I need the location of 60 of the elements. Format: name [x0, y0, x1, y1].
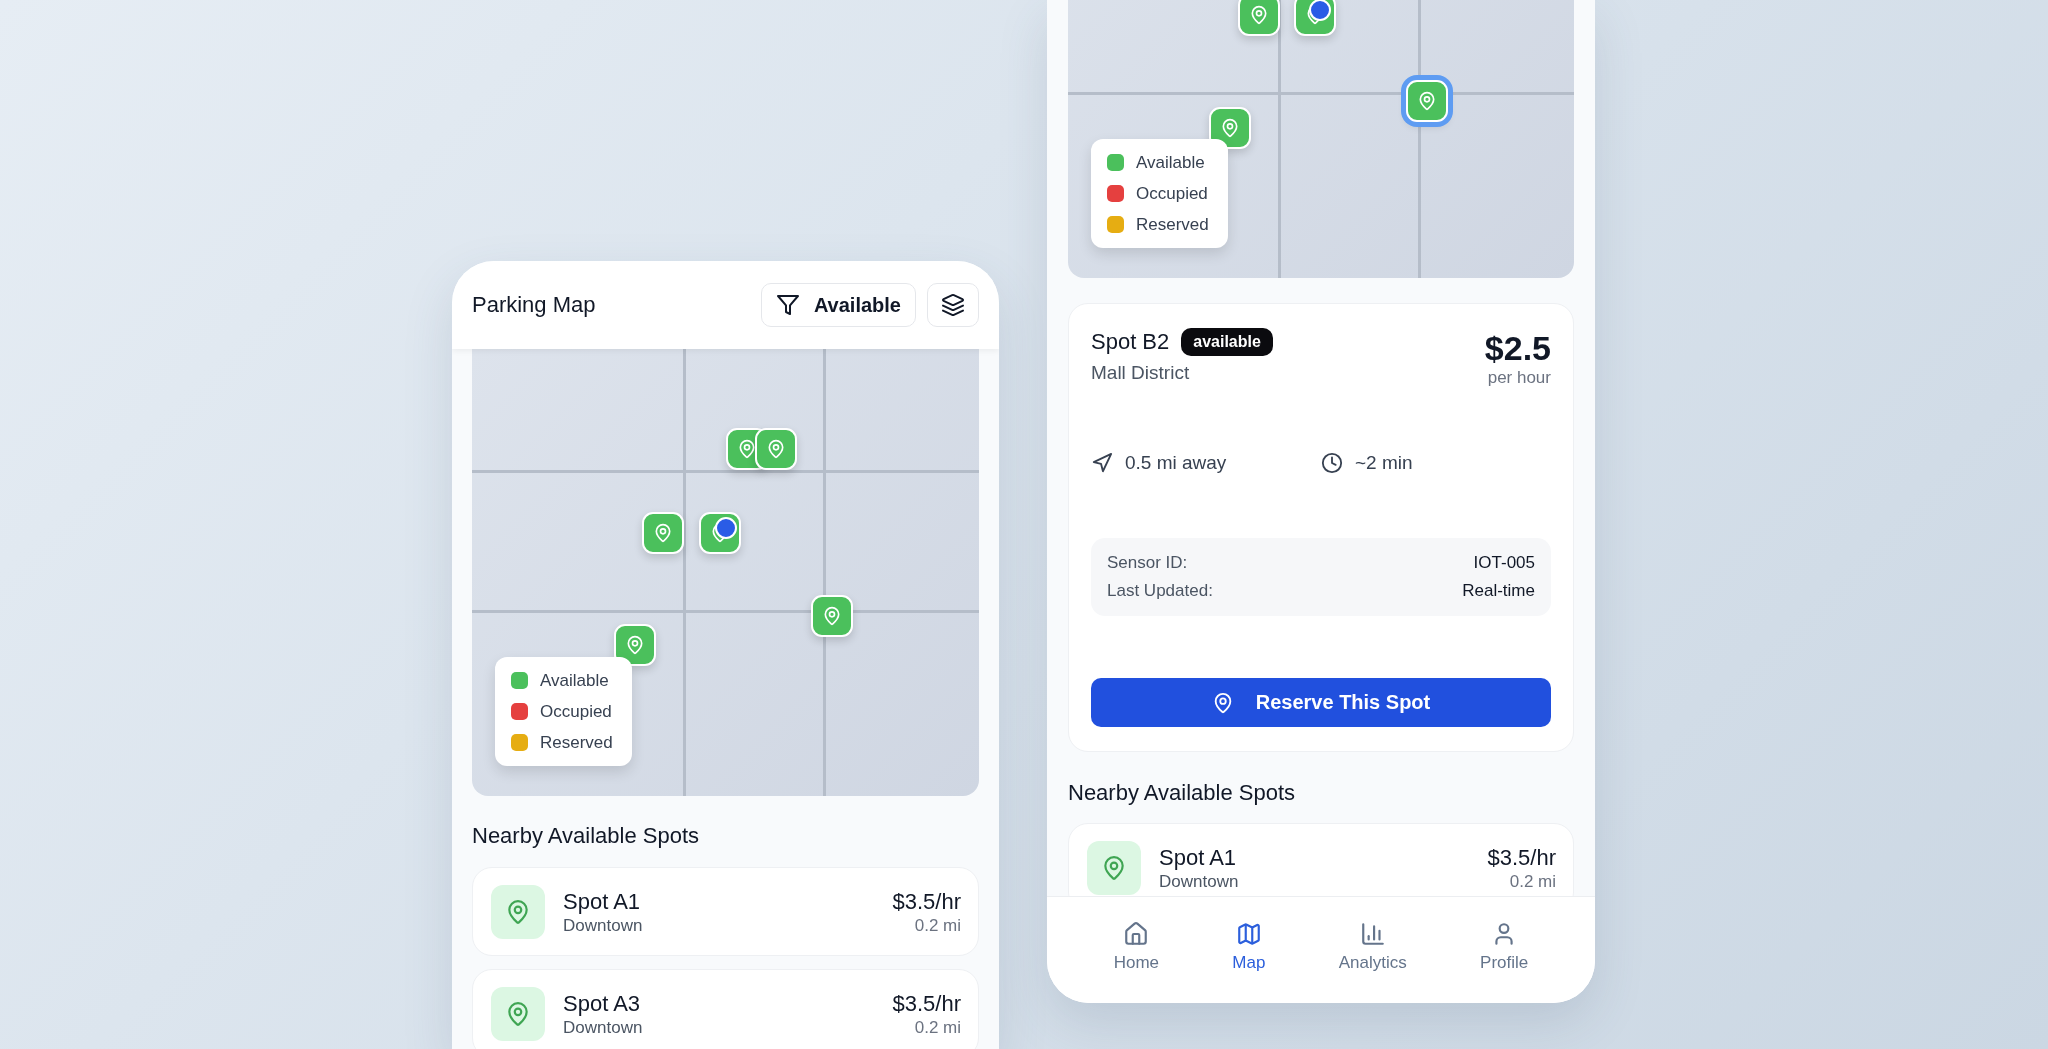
map-marker[interactable] [642, 512, 685, 555]
map-view[interactable]: Available Occupied Reserved [472, 349, 979, 796]
distance-text: 0.5 mi away [1125, 452, 1227, 474]
nav-tab[interactable]: Analytics [1338, 921, 1407, 973]
spot-distance: 0.2 mi [1508, 871, 1556, 892]
nav-tab[interactable]: Map [1232, 921, 1266, 973]
map-marker[interactable] [1209, 106, 1252, 149]
spot-distance: 0.2 mi [913, 1017, 961, 1038]
spot-price: $3.5/hr [892, 887, 961, 916]
map-view[interactable]: Available Occupied Reserved [1068, 0, 1574, 278]
sensor-label: Sensor ID: [1107, 552, 1188, 574]
map-icon [1235, 921, 1262, 947]
sensor-value: Real-time [1462, 580, 1535, 602]
section-title: Nearby Available Spots [1068, 780, 1297, 806]
legend-label: Reserved [1136, 215, 1209, 234]
layers-button[interactable] [927, 283, 979, 327]
sensor-label: Last Updated: [1107, 580, 1213, 602]
spot-price: $3.5/hr [892, 989, 961, 1018]
section-title: Nearby Available Spots [472, 823, 701, 849]
spot-name: Spot A3 [563, 989, 642, 1018]
legend-label: Occupied [1136, 184, 1208, 203]
layers-icon [941, 293, 965, 317]
spot-card[interactable]: Spot A1 Downtown $3.5/hr 0.2 mi [472, 867, 979, 956]
legend-label: Occupied [540, 702, 612, 721]
spot-area: Downtown [563, 1017, 893, 1038]
nav-tab[interactable]: Home [1113, 921, 1159, 973]
pin-icon [505, 1000, 531, 1027]
price-unit: per hour [1486, 368, 1551, 388]
pin-icon [1101, 854, 1127, 881]
navigation-arrow-icon [1091, 452, 1113, 474]
legend-label: Reserved [540, 733, 613, 752]
spot-name: Spot A1 [1159, 843, 1238, 872]
spot-price: $2.5 [1484, 328, 1551, 368]
status-badge: available [1181, 328, 1273, 356]
legend-label: Available [540, 671, 609, 690]
reserve-button[interactable]: Reserve This Spot [1091, 678, 1551, 727]
spot-name: Spot B2 [1091, 329, 1170, 355]
spot-card[interactable]: Spot A1 Downtown $3.5/hr 0.2 mi [1068, 823, 1574, 896]
spot-name: Spot A1 [563, 887, 642, 916]
spot-card[interactable]: Spot A3 Downtown $3.5/hr 0.2 mi [472, 969, 979, 1049]
spot-price: $3.5/hr [1487, 843, 1556, 872]
spot-area: Mall District [1091, 362, 1273, 384]
bar-chart-icon [1359, 921, 1386, 947]
time-text: ~2 min [1355, 452, 1413, 474]
screen-title: Parking Map [472, 292, 596, 318]
pin-icon [505, 898, 531, 925]
clock-icon [1321, 452, 1343, 474]
nav-tab[interactable]: Profile [1480, 921, 1529, 973]
sensor-value: IOT-005 [1473, 552, 1535, 574]
map-marker[interactable] [755, 428, 798, 471]
map-marker[interactable] [810, 594, 853, 637]
map-marker[interactable] [1238, 0, 1281, 37]
filter-icon [775, 293, 800, 317]
legend-label: Available [1136, 153, 1205, 172]
spot-area: Downtown [1159, 871, 1488, 892]
map-marker[interactable] [614, 623, 657, 666]
spot-distance: 0.2 mi [913, 915, 961, 936]
home-icon [1123, 921, 1150, 947]
spot-area: Downtown [563, 915, 893, 936]
filter-button[interactable]: Available [760, 283, 916, 327]
